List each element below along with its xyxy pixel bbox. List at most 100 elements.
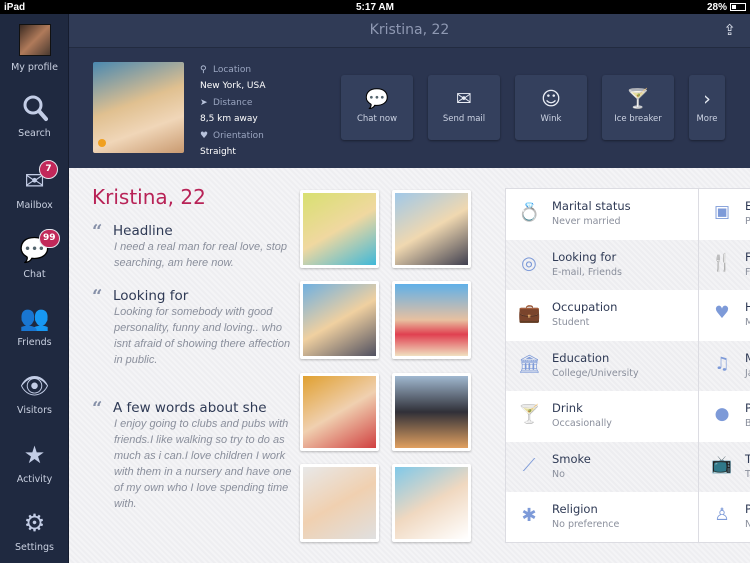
sidebar: My profile Search ✉ 7 Mailbox 💬 99 Chat 👥 Fri… [0, 14, 69, 563]
header: Kristina, 22 ⇪ [69, 14, 750, 48]
friends-icon: 👥 [19, 304, 50, 332]
column-divider [698, 189, 699, 542]
send-mail-button[interactable]: ✉ Send mail [428, 75, 500, 140]
cigarette-icon: ⟋ [522, 454, 536, 476]
cocktail-icon: 🍸 [518, 404, 541, 425]
clock: 5:17 AM [356, 1, 394, 13]
detail-row: 💍 Marital status Never married ▣ E P [506, 189, 750, 240]
briefcase-icon: 💼 [518, 303, 541, 324]
chat-icon: 💬 [365, 88, 389, 110]
chevron-right-icon: › [703, 88, 711, 110]
politics-icon: ♙ [714, 505, 730, 525]
sidebar-item-label: Mailbox [16, 200, 53, 211]
distance-value: 8,5 km away [200, 114, 258, 124]
profile-photo[interactable] [93, 62, 184, 153]
target-icon: ◎ [521, 252, 537, 274]
detail-value: F [745, 266, 750, 278]
battery-icon [730, 2, 746, 11]
button-label: More [696, 114, 718, 124]
quote-icon: “ [92, 398, 103, 419]
mailbox-badge: 7 [39, 160, 58, 179]
details-card: 💍 Marital status Never married ▣ E P◎ Lo… [505, 188, 750, 543]
detail-title: T [745, 452, 750, 466]
location-pin-icon: ⚲ [200, 65, 207, 75]
photo-thumbnail[interactable] [392, 464, 471, 542]
sidebar-item-label: Activity [16, 474, 53, 485]
detail-value: No [552, 468, 565, 480]
sidebar-item-label: Settings [15, 542, 54, 553]
image-icon: ▣ [713, 202, 731, 222]
profile-name: Kristina, 22 [92, 185, 206, 209]
photo-thumbnail[interactable] [300, 281, 379, 359]
detail-title: Smoke [552, 451, 591, 466]
bank-icon: 🏛 [518, 353, 541, 375]
mail-icon: ✉ [456, 88, 472, 110]
photo-thumbnail[interactable] [392, 373, 471, 451]
tv-icon: 📺 [711, 454, 733, 475]
more-button[interactable]: › More [689, 75, 725, 140]
sidebar-item-visitors[interactable]: 👁 Visitors [0, 371, 69, 416]
sidebar-item-chat[interactable]: 💬 99 Chat [0, 229, 69, 280]
battery-percent: 28% [706, 1, 727, 13]
profile-panel: ⚲ Location New York, USA ➤ Distance 8,5 km… [69, 48, 750, 168]
sidebar-item-label: Friends [17, 337, 52, 348]
quote-icon: “ [92, 221, 103, 242]
orientation-value: Straight [200, 147, 236, 157]
chat-now-button[interactable]: 💬 Chat now [341, 75, 413, 140]
sidebar-item-activity[interactable]: ★ Activity [0, 440, 69, 485]
section-text: I enjoy going to clubs and pubs with fri… [114, 418, 292, 510]
religion-cross-icon: ✱ [521, 505, 537, 526]
section-title: Looking for [113, 288, 189, 304]
photo-thumbnail[interactable] [300, 464, 379, 542]
looking-for-section: “ Looking for Looking for somebody with go… [92, 286, 292, 368]
detail-title: Occupation [552, 300, 618, 314]
share-icon[interactable]: ⇪ [723, 22, 736, 38]
detail-title: P [745, 502, 750, 516]
photo-thumbnail[interactable] [392, 190, 471, 268]
orientation-label: Orientation [213, 131, 264, 141]
profile-info: ⚲ Location New York, USA ➤ Distance 8,5 km… [200, 62, 266, 161]
online-indicator [98, 139, 106, 147]
photo-thumbnail[interactable] [392, 281, 471, 359]
detail-value: Occasionally [552, 418, 612, 429]
battery: 28% [707, 2, 746, 13]
detail-row: 💼 Occupation Student ♥ H M [506, 290, 750, 341]
section-title: A few words about she [113, 400, 267, 416]
sidebar-item-settings[interactable]: ⚙ Settings [0, 508, 69, 553]
detail-title: Drink [552, 401, 583, 415]
photo-thumbnail[interactable] [300, 190, 379, 268]
button-label: Send mail [442, 114, 486, 124]
wink-icon: ☺ [541, 88, 561, 110]
location-value: New York, USA [200, 81, 266, 91]
sidebar-item-my-profile[interactable]: My profile [0, 24, 69, 73]
gear-icon: ⚙ [23, 509, 46, 537]
heart-icon: ♥ [714, 303, 730, 323]
button-label: Ice breaker [614, 114, 662, 124]
sidebar-item-label: Search [18, 128, 51, 139]
sidebar-item-friends[interactable]: 👥 Friends [0, 303, 69, 348]
quote-icon: “ [92, 286, 103, 307]
section-text: Looking for somebody with good personali… [114, 306, 291, 366]
detail-title: Education [552, 350, 610, 365]
fork-knife-icon: 🍴 [711, 252, 733, 273]
device-label: iPad [4, 1, 26, 13]
distance-label: Distance [213, 98, 253, 108]
wink-button[interactable]: ☺ Wink [515, 75, 587, 140]
sidebar-item-search[interactable]: Search [0, 94, 69, 139]
photo-thumbnail[interactable] [300, 373, 379, 451]
button-label: Chat now [356, 114, 398, 124]
detail-value: Never married [552, 216, 621, 227]
cocktail-icon: 🍸 [626, 88, 650, 110]
mail-icon: ✉ [24, 167, 45, 195]
detail-title: Religion [552, 502, 598, 516]
heart-icon: ♥ [200, 131, 209, 141]
detail-row: ◎ Looking for E-mail, Friends 🍴 F F [506, 239, 750, 290]
detail-value: E-mail, Friends [552, 266, 622, 278]
detail-row: ✱ Religion No preference ♙ P N [506, 492, 750, 542]
detail-title: M [745, 351, 750, 365]
ice-breaker-button[interactable]: 🍸 Ice breaker [602, 75, 674, 140]
sidebar-item-mailbox[interactable]: ✉ 7 Mailbox [0, 160, 69, 211]
button-label: Wink [540, 114, 562, 124]
section-title: Headline [113, 223, 173, 239]
headline-section: “ Headline I need a real man for real love… [92, 221, 292, 271]
